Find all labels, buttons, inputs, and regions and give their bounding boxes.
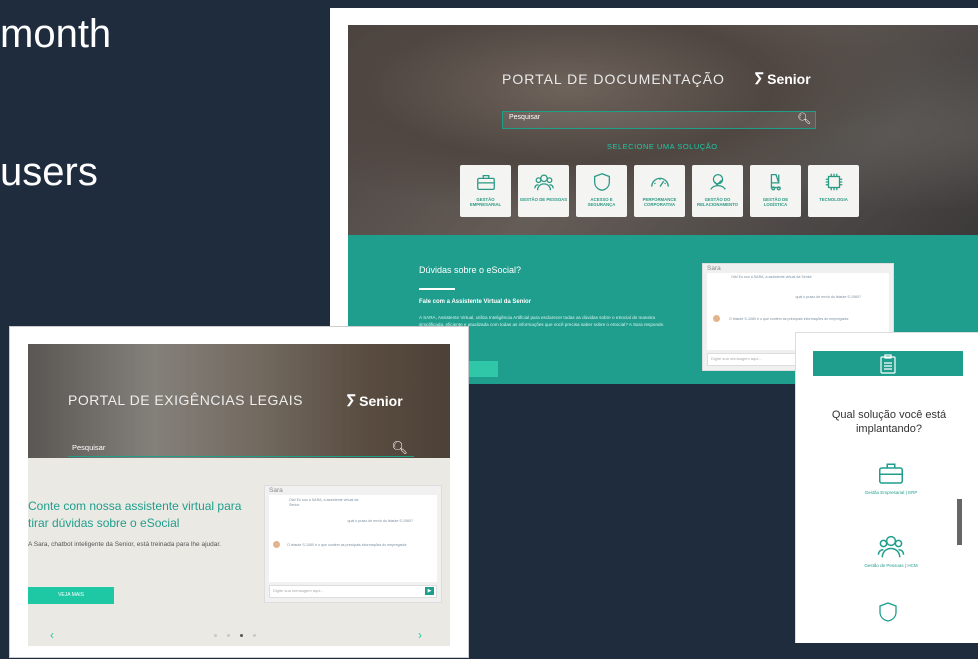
chat-title: Sara: [269, 487, 283, 494]
legal-search-input[interactable]: Pesquisar 🔍︎: [68, 440, 414, 457]
carousel-dot[interactable]: [214, 634, 217, 637]
legal-portal-screenshot: PORTAL DE EXIGÊNCIAS LEGAIS ⵢ Senior Pesq…: [9, 326, 469, 658]
solution-tiles: GESTÃO EMPRESARIAL GESTÃO DE PESSOAS ACE…: [460, 165, 859, 217]
doc-search-placeholder: Pesquisar: [509, 114, 541, 121]
carousel-dot[interactable]: [253, 634, 256, 637]
handshake-icon: [709, 174, 726, 190]
doc-search-input[interactable]: Pesquisar 🔍︎: [502, 111, 816, 129]
carousel-description: A Sara, chatbot inteligente da Senior, e…: [28, 541, 221, 548]
option-gestao-empresarial[interactable]: Gestão Empresarial | ERP: [851, 458, 931, 496]
chat-title: Sara: [707, 265, 721, 272]
legal-portal-hero: PORTAL DE EXIGÊNCIAS LEGAIS ⵢ Senior Pesq…: [28, 344, 450, 458]
chat-input-placeholder: Digite sua mensagem aqui...: [711, 356, 762, 361]
slide-text-users: users: [0, 150, 98, 194]
esocial-question: Dúvidas sobre o eSocial?: [419, 265, 522, 275]
senior-logo-icon: ⵢ: [754, 71, 765, 88]
carousel-dot[interactable]: [227, 634, 230, 637]
shield-icon: [593, 173, 610, 191]
senior-logo-icon: ⵢ: [346, 393, 357, 410]
legal-search-placeholder: Pesquisar: [72, 443, 106, 452]
carousel-prev-button[interactable]: ‹: [50, 628, 54, 642]
tile-label: GESTÃO DE LOGÍSTICA: [762, 197, 789, 208]
carousel-next-button[interactable]: ›: [418, 628, 422, 642]
people-icon: [533, 174, 554, 191]
gauge-icon: [650, 177, 669, 187]
chat-input-placeholder: Digite sua mensagem aqui...: [273, 588, 324, 593]
chat-message: O leiaute S-1060 é o que contém as princ…: [729, 317, 849, 321]
tile-gestao-pessoas[interactable]: GESTÃO DE PESSOAS: [518, 165, 569, 217]
senior-logo-text: Senior: [359, 393, 403, 409]
shield-icon[interactable]: [875, 600, 901, 624]
mobile-screenshot: Qual solução você está implantando? Gest…: [795, 332, 978, 643]
tile-label: ACESSO E SEGURANÇA: [587, 197, 616, 208]
tile-label: PERFORMANCE CORPORATIVA: [642, 197, 677, 208]
carousel-dot-active[interactable]: [240, 634, 243, 637]
select-solution-label: SELECIONE UMA SOLUÇÃO: [607, 142, 718, 151]
circuit-icon: [825, 173, 842, 191]
chat-message: qual o prazo de envio do leiaute S-1060?: [795, 295, 861, 299]
tile-performance-corporativa[interactable]: PERFORMANCE CORPORATIVA: [634, 165, 685, 217]
carousel-headline: Conte com nossa assistente virtual para …: [28, 499, 242, 530]
tile-label: GESTÃO DO RELACIONAMENTO: [697, 197, 738, 208]
tile-gestao-relacionamento[interactable]: GESTÃO DO RELACIONAMENTO: [692, 165, 743, 217]
chat-message: O leiaute S-1060 é o que contém as princ…: [287, 543, 407, 547]
veja-mais-button[interactable]: VEJA MAIS: [28, 587, 114, 604]
chat-message: Olá! Eu sou a SARA, a assistente virtual…: [731, 275, 812, 279]
tile-gestao-empresarial[interactable]: GESTÃO EMPRESARIAL: [460, 165, 511, 217]
divider: [419, 288, 455, 290]
carousel-dots: [214, 634, 256, 637]
assistant-subtitle: Fale com a Assistente Virtual da Senior: [419, 299, 532, 305]
senior-logo-text: Senior: [767, 71, 811, 87]
tile-label: GESTÃO EMPRESARIAL: [469, 197, 502, 208]
chat-message-input[interactable]: Digite sua mensagem aqui... ▶: [269, 585, 437, 598]
legal-portal-carousel: Conte com nossa assistente virtual para …: [28, 458, 450, 646]
tile-label: GESTÃO DE PESSOAS: [519, 197, 568, 202]
search-icon[interactable]: 🔍︎: [797, 112, 811, 125]
tile-gestao-logistica[interactable]: GESTÃO DE LOGÍSTICA: [750, 165, 801, 217]
senior-logo[interactable]: ⵢ Senior: [754, 69, 811, 89]
chat-body: Olá! Eu sou a SARA, a assistente virtual…: [269, 495, 437, 582]
sara-avatar: [273, 541, 280, 548]
mobile-header-bar: [813, 351, 963, 376]
briefcase-icon: [879, 463, 903, 484]
tile-label: TECNOLOGIA: [819, 197, 848, 202]
send-icon[interactable]: ▶: [425, 587, 434, 595]
option-gestao-pessoas[interactable]: Gestão de Pessoas | HCM: [851, 531, 931, 569]
senior-logo[interactable]: ⵢ Senior: [346, 391, 403, 411]
tile-acesso-seguranca[interactable]: ACESSO E SEGURANÇA: [576, 165, 627, 217]
tile-tecnologia[interactable]: TECNOLOGIA: [808, 165, 859, 217]
legal-portal-title: PORTAL DE EXIGÊNCIAS LEGAIS: [68, 392, 303, 408]
option-label: Gestão Empresarial | ERP: [864, 490, 918, 495]
search-icon[interactable]: 🔍︎: [391, 440, 408, 456]
people-icon: [877, 535, 905, 558]
clipboard-icon: [880, 354, 896, 374]
chat-message: Olá! Eu sou a SARA, a assistente virtual…: [289, 498, 359, 508]
mobile-question: Qual solução você está implantando?: [831, 409, 947, 435]
option-label: Gestão de Pessoas | HCM: [864, 563, 918, 568]
forklift-icon: [770, 174, 781, 191]
doc-portal-hero: PORTAL DE DOCUMENTAÇÃO ⵢ Senior Pesquisar…: [348, 25, 978, 235]
chat-message: qual o prazo de envio do leiaute S-1060?: [347, 519, 413, 523]
briefcase-icon: [476, 174, 495, 190]
scrollbar[interactable]: [957, 499, 962, 545]
doc-portal-title: PORTAL DE DOCUMENTAÇÃO: [502, 71, 725, 87]
slide-text-month: month: [0, 12, 112, 56]
sara-chat-widget: Sara Olá! Eu sou a SARA, a assistente vi…: [264, 485, 442, 603]
sara-avatar: [713, 315, 720, 322]
